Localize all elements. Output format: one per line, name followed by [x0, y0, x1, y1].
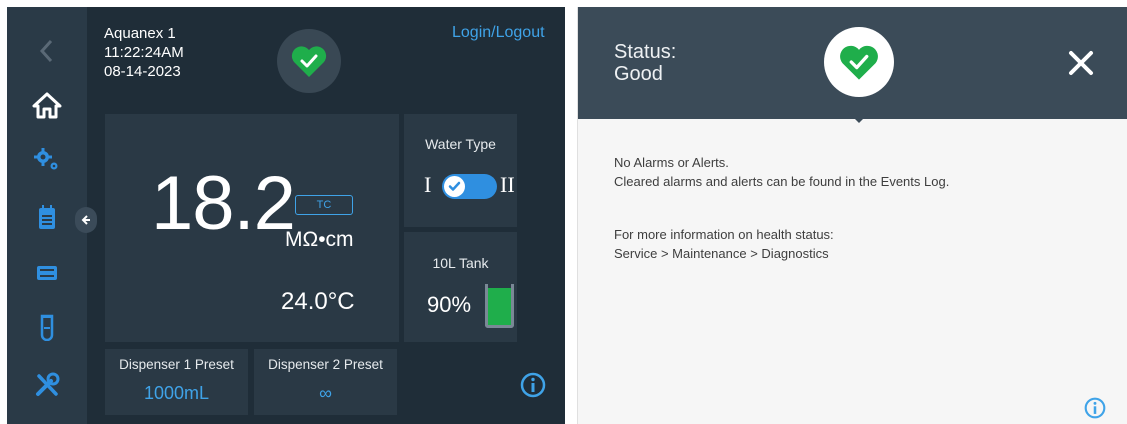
- tank-level-icon: [485, 284, 514, 328]
- service-tools-icon[interactable]: [7, 365, 87, 405]
- tank-level-fill: [488, 288, 511, 325]
- status-header: Status: Good: [578, 7, 1127, 119]
- status-panel: Status: Good No Alarms or Alerts. Cleare…: [577, 7, 1127, 424]
- message-line: For more information on health status:: [614, 227, 834, 242]
- checkmark-icon: [448, 181, 461, 191]
- info-icon[interactable]: [1084, 397, 1106, 423]
- health-info-message: For more information on health status: S…: [614, 225, 834, 263]
- preset-value: ∞: [319, 383, 332, 403]
- device-info: Aquanex 1 11:22:24AM 08-14-2023: [104, 24, 184, 81]
- message-line: Cleared alarms and alerts can be found i…: [614, 174, 950, 189]
- dispense-icon[interactable]: [7, 253, 87, 293]
- device-name: Aquanex 1: [104, 25, 176, 42]
- login-logout-link[interactable]: Login/Logout: [452, 24, 545, 42]
- water-type-toggle[interactable]: [442, 174, 497, 199]
- dispenser-2-preset-button[interactable]: Dispenser 2 Preset ∞: [254, 349, 397, 415]
- message-line: No Alarms or Alerts.: [614, 155, 729, 170]
- dispenser-1-preset-button[interactable]: Dispenser 1 Preset 1000mL: [105, 349, 248, 415]
- resistivity-card: 18.2 TC MΩ•cm 24.0°C: [105, 114, 399, 342]
- toggle-knob: [444, 176, 465, 197]
- heart-check-icon: [291, 46, 327, 77]
- close-icon[interactable]: [1067, 49, 1095, 81]
- tank-level-text: 90%: [427, 292, 472, 317]
- tank-card: 10L Tank 90%: [404, 232, 517, 342]
- status-message: No Alarms or Alerts. Cleared alarms and …: [614, 153, 949, 191]
- water-type-i-label: I: [424, 172, 432, 197]
- health-status-button[interactable]: [277, 29, 341, 93]
- preset-value: 1000mL: [143, 383, 210, 403]
- preset-title: Dispenser 2 Preset: [268, 357, 383, 372]
- resistivity-unit: MΩ•cm: [285, 228, 354, 251]
- info-icon[interactable]: [520, 372, 546, 402]
- status-label: Status:: [614, 41, 677, 63]
- tc-badge[interactable]: TC: [295, 195, 353, 215]
- status-value: Good: [614, 63, 663, 85]
- water-type-ii-label: II: [500, 172, 515, 197]
- preset-title: Dispenser 1 Preset: [119, 357, 234, 372]
- heart-check-icon: [840, 45, 878, 80]
- dashboard-screen: Aquanex 1 11:22:24AM 08-14-2023 Login/Lo…: [7, 7, 565, 424]
- water-type-title: Water Type: [425, 136, 496, 152]
- health-heart: [824, 27, 894, 97]
- temperature-value: 24.0°C: [281, 288, 355, 315]
- sample-tube-icon[interactable]: [7, 307, 87, 347]
- message-line: Service > Maintenance > Diagnostics: [614, 246, 829, 261]
- left-arrow-icon: [81, 215, 90, 225]
- header-pointer: [847, 111, 871, 123]
- resistivity-value: 18.2: [151, 161, 296, 246]
- sidebar-collapse-button[interactable]: [75, 207, 97, 233]
- device-time: 11:22:24AM: [104, 44, 184, 61]
- home-icon[interactable]: [7, 85, 87, 125]
- water-type-card: Water Type I II: [404, 114, 517, 227]
- settings-gears-icon[interactable]: [7, 139, 87, 179]
- tank-title: 10L Tank: [432, 255, 489, 271]
- back-arrow-icon[interactable]: [7, 31, 87, 71]
- device-date: 08-14-2023: [104, 63, 181, 80]
- status-title: Status: Good: [614, 41, 676, 85]
